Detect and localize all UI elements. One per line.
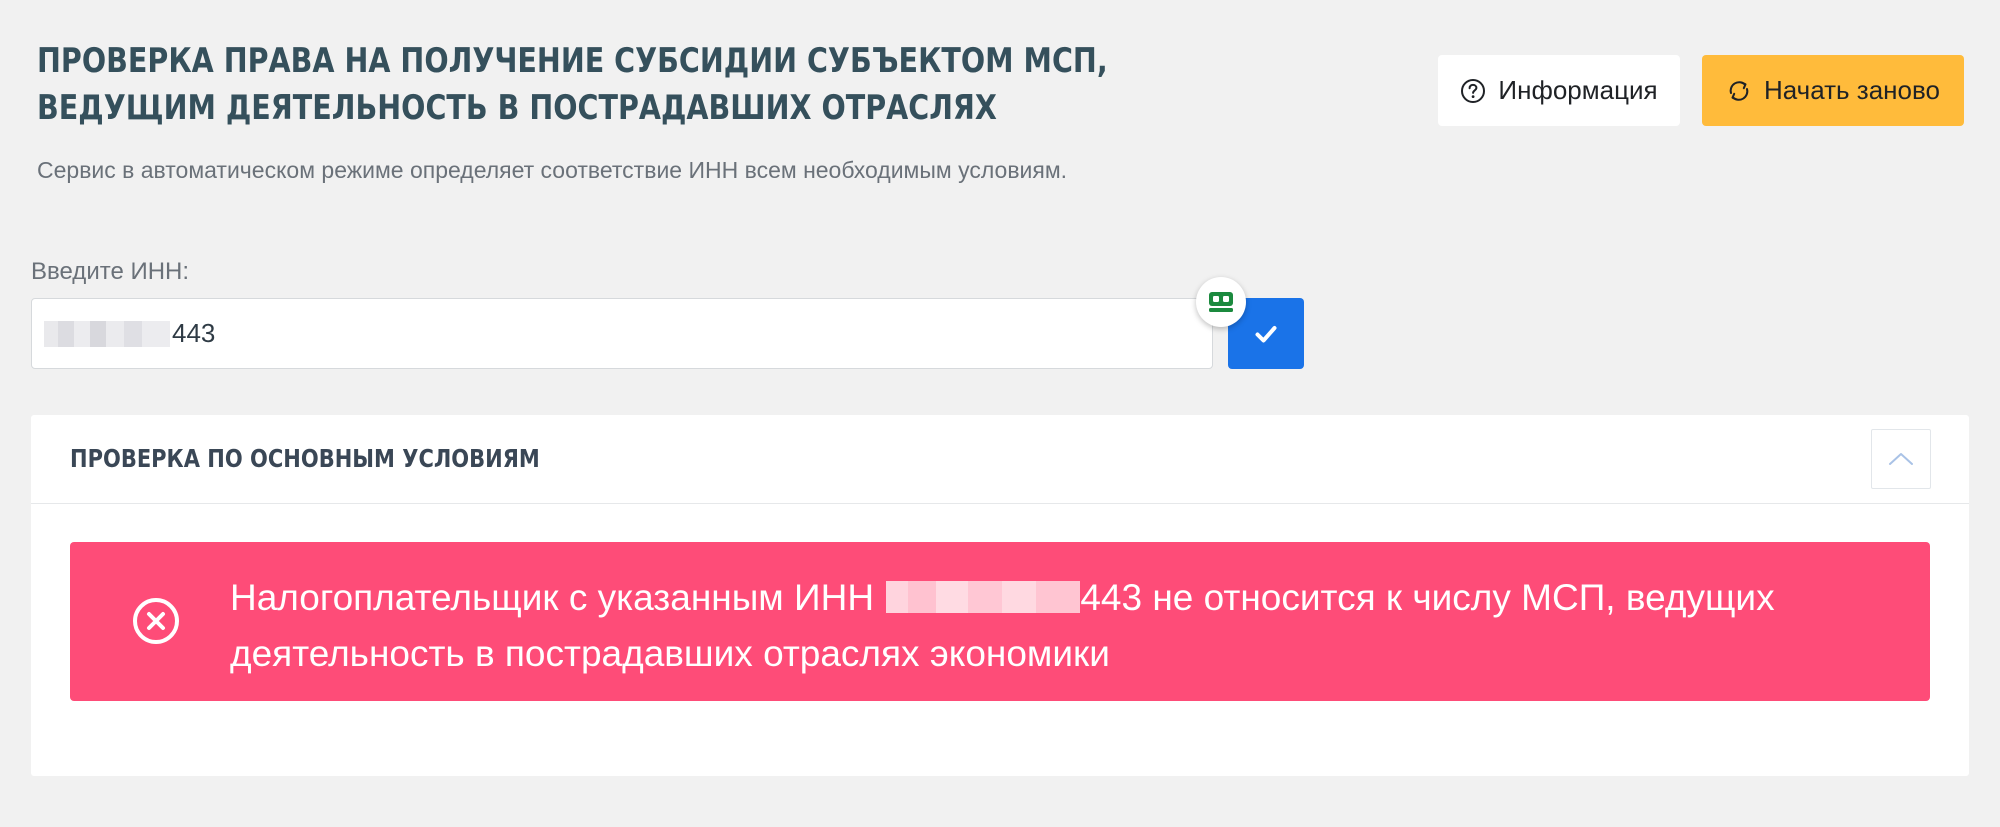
check-section-header: ПРОВЕРКА ПО ОСНОВНЫМ УСЛОВИЯМ bbox=[31, 415, 1969, 504]
page-subtitle: Сервис в автоматическом режиме определяе… bbox=[37, 157, 1068, 183]
check-section-title: ПРОВЕРКА ПО ОСНОВНЫМ УСЛОВИЯМ bbox=[70, 444, 540, 473]
refresh-icon bbox=[1729, 80, 1749, 101]
chevron-up-icon bbox=[1889, 453, 1913, 465]
alert-inn-redacted bbox=[886, 581, 1081, 613]
close-circle-icon bbox=[133, 598, 179, 644]
restart-button[interactable]: Начать заново bbox=[1702, 55, 1964, 126]
inn-input[interactable]: 443 bbox=[31, 298, 1213, 369]
inn-redacted-digits bbox=[44, 320, 170, 347]
checkmark-icon bbox=[1255, 325, 1277, 342]
info-button-label: Информация bbox=[1498, 75, 1658, 105]
check-section-card: ПРОВЕРКА ПО ОСНОВНЫМ УСЛОВИЯМ Налогоплат… bbox=[31, 415, 1969, 776]
question-circle-icon bbox=[1461, 78, 1486, 103]
alert-text-before: Налогоплательщик с указанным ИНН bbox=[230, 577, 875, 618]
password-manager-badge[interactable] bbox=[1196, 277, 1246, 327]
error-alert: Налогоплательщик с указанным ИНН 443 не … bbox=[70, 542, 1930, 701]
info-button[interactable]: Информация bbox=[1438, 55, 1680, 126]
page-title: ПРОВЕРКА ПРАВА НА ПОЛУЧЕНИЕ СУБСИДИИ СУБ… bbox=[37, 41, 1108, 128]
inn-value-suffix: 443 bbox=[172, 318, 216, 348]
error-alert-message: Налогоплательщик с указанным ИНН 443 не … bbox=[230, 570, 1870, 682]
collapse-button[interactable] bbox=[1871, 429, 1931, 489]
restart-button-label: Начать заново bbox=[1764, 75, 1940, 105]
password-manager-icon bbox=[1209, 292, 1233, 312]
inn-label: Введите ИНН: bbox=[31, 258, 190, 285]
